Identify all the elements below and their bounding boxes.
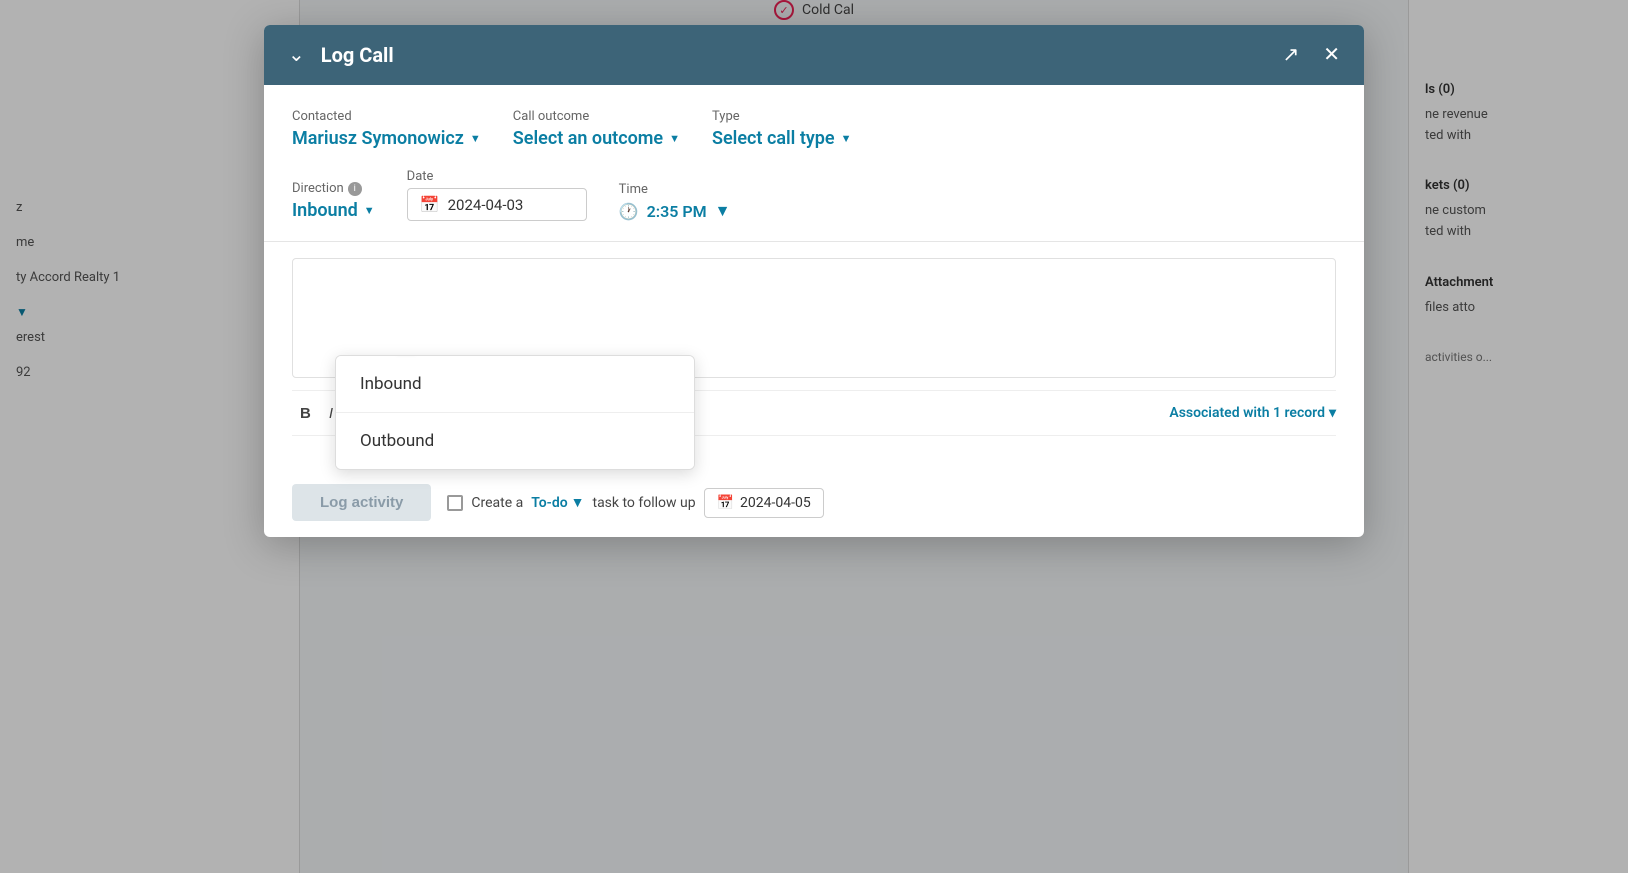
- direction-label-wrapper: Direction i: [292, 181, 375, 196]
- modal-expand-button[interactable]: ↗: [1278, 41, 1303, 69]
- date-label: Date: [407, 169, 587, 184]
- contacted-value-text: Mariusz Symonowicz: [292, 128, 464, 149]
- call-outcome-chevron-icon: ▼: [669, 132, 680, 145]
- time-value-text: 2:35 PM: [647, 202, 707, 221]
- modal-footer: Log activity Create a To-do ▼ task to fo…: [264, 472, 1364, 537]
- type-chevron-icon: ▼: [841, 132, 852, 145]
- modal-header-left: ⌄ Log Call: [284, 41, 394, 69]
- todo-chevron-icon: ▼: [571, 494, 585, 511]
- create-todo-text1: Create a: [471, 495, 523, 511]
- time-value-button[interactable]: 🕐 2:35 PM ▼: [619, 201, 731, 221]
- date-input[interactable]: 📅 2024-04-03: [407, 188, 587, 221]
- modal-title: Log Call: [321, 43, 394, 67]
- create-todo-text2: task to follow up: [592, 495, 695, 511]
- associated-records-button[interactable]: Associated with 1 record ▾: [1169, 405, 1336, 421]
- direction-chevron-icon: ▼: [364, 204, 375, 217]
- call-outcome-value-text: Select an outcome: [513, 128, 663, 149]
- type-value-text: Select call type: [712, 128, 835, 149]
- call-outcome-group: Call outcome Select an outcome ▼: [513, 109, 680, 149]
- associated-label-text: Associated with 1 record: [1169, 405, 1325, 421]
- direction-info-icon[interactable]: i: [348, 182, 362, 196]
- form-row-1: Contacted Mariusz Symonowicz ▼ Call outc…: [292, 109, 1336, 149]
- direction-value-button[interactable]: Inbound ▼: [292, 200, 375, 221]
- dropdown-item-inbound[interactable]: Inbound: [336, 356, 694, 412]
- modal-header-right: ↗ ✕: [1278, 41, 1344, 69]
- modal-close-button[interactable]: ✕: [1319, 41, 1344, 69]
- todo-checkbox[interactable]: [447, 495, 463, 511]
- time-chevron-icon: ▼: [715, 201, 731, 221]
- divider-1: [264, 241, 1364, 242]
- direction-label: Direction: [292, 181, 344, 196]
- log-activity-button[interactable]: Log activity: [292, 484, 431, 521]
- bold-button[interactable]: B: [292, 400, 319, 427]
- call-outcome-value-button[interactable]: Select an outcome ▼: [513, 128, 680, 149]
- contacted-group: Contacted Mariusz Symonowicz ▼: [292, 109, 481, 149]
- direction-dropdown: Inbound Outbound: [335, 355, 695, 470]
- form-row-2: Direction i Inbound ▼ Date 📅 2024-04-03: [292, 169, 1336, 221]
- time-label: Time: [619, 182, 731, 197]
- create-todo-wrapper: Create a To-do ▼ task to follow up 📅 202…: [447, 488, 823, 518]
- date-value: 2024-04-03: [448, 196, 524, 214]
- modal-collapse-button[interactable]: ⌄: [284, 41, 309, 69]
- direction-group: Direction i Inbound ▼: [292, 181, 375, 221]
- associated-chevron-icon: ▾: [1329, 405, 1336, 421]
- contacted-chevron-icon: ▼: [470, 132, 481, 145]
- type-value-button[interactable]: Select call type ▼: [712, 128, 852, 149]
- follow-up-date-text: 2024-04-05: [740, 495, 811, 511]
- dropdown-arrow: [396, 355, 416, 356]
- clock-icon: 🕐: [619, 202, 639, 221]
- todo-link-button[interactable]: To-do ▼: [531, 494, 584, 511]
- time-group: Time 🕐 2:35 PM ▼: [619, 182, 731, 221]
- type-group: Type Select call type ▼: [712, 109, 852, 149]
- follow-up-date-button[interactable]: 📅 2024-04-05: [704, 488, 824, 518]
- date-group: Date 📅 2024-04-03: [407, 169, 587, 221]
- contacted-value-button[interactable]: Mariusz Symonowicz ▼: [292, 128, 481, 149]
- dropdown-item-outbound[interactable]: Outbound: [336, 412, 694, 469]
- follow-up-cal-icon: 📅: [717, 495, 734, 511]
- contacted-label: Contacted: [292, 109, 481, 124]
- modal-overlay: ⌄ Log Call ↗ ✕ Contacted Mariusz Symonow…: [0, 0, 1628, 873]
- call-outcome-label: Call outcome: [513, 109, 680, 124]
- type-label: Type: [712, 109, 852, 124]
- direction-value-text: Inbound: [292, 200, 358, 221]
- calendar-icon: 📅: [420, 195, 440, 214]
- modal-header: ⌄ Log Call ↗ ✕: [264, 25, 1364, 85]
